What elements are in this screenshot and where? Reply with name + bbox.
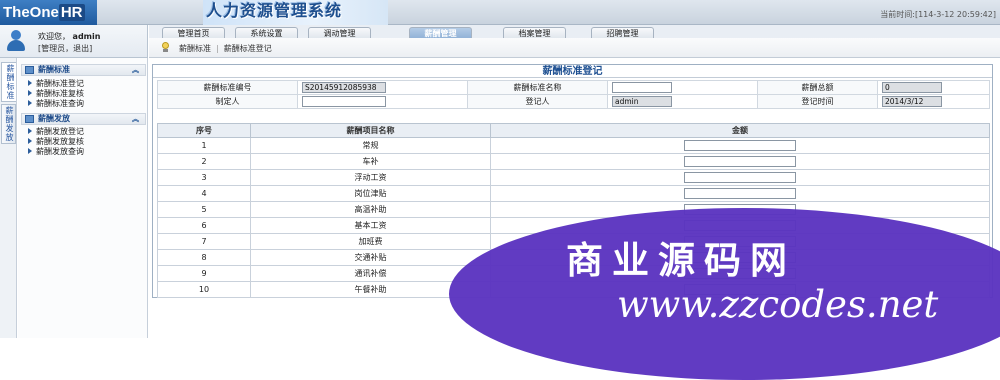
double-chevron-up-icon[interactable]: ︽ bbox=[132, 65, 139, 75]
std-no-label: 薪酬标准编号 bbox=[157, 80, 298, 95]
user-panel: 欢迎您， admin [管理员，退出] bbox=[0, 25, 148, 58]
logout-link[interactable]: 退出] bbox=[73, 44, 92, 53]
total-label: 薪酬总额 bbox=[757, 80, 878, 95]
reg-time-label: 登记时间 bbox=[757, 94, 878, 109]
user-avatar-icon bbox=[6, 30, 26, 52]
col-header-amount: 金额 bbox=[490, 123, 990, 138]
double-chevron-up-icon[interactable]: ︽ bbox=[132, 114, 139, 124]
table-row: 3 浮动工资 bbox=[157, 169, 990, 186]
user-links: [管理员，退出] bbox=[38, 43, 92, 54]
sidebar-group-salary-standard[interactable]: 薪酬标准 ︽ bbox=[21, 64, 146, 76]
col-header-name: 薪酬项目名称 bbox=[250, 123, 491, 138]
std-name-label: 薪酬标准名称 bbox=[467, 80, 608, 95]
maker-label: 制定人 bbox=[157, 94, 298, 109]
col-header-no: 序号 bbox=[157, 123, 251, 138]
standard-info-table: 薪酬标准编号 S20145912085938 薪酬标准名称 薪酬总额 0 制定人… bbox=[157, 80, 990, 109]
watermark-text: 商业源码网 bbox=[566, 238, 796, 282]
breadcrumb-bar: 薪酬标准 | 薪酬标准登记 bbox=[149, 38, 1000, 58]
user-role: [管理员， bbox=[38, 44, 74, 53]
current-time: 当前时间:[114-3-12 20:59:42] bbox=[880, 10, 996, 19]
registrar-field[interactable]: admin bbox=[612, 96, 672, 107]
std-no-field[interactable]: S20145912085938 bbox=[302, 82, 386, 93]
breadcrumb-item: 薪酬标准登记 bbox=[223, 44, 272, 53]
registrar-label: 登记人 bbox=[467, 94, 608, 109]
folder-icon bbox=[25, 66, 34, 74]
welcome-text: 欢迎您， admin bbox=[38, 32, 101, 41]
maker-field[interactable] bbox=[302, 96, 386, 107]
top-header: TheOne HR 人力资源管理系统 当前时间:[114-3-12 20:59:4… bbox=[0, 0, 1000, 25]
app-logo: TheOne HR bbox=[0, 0, 97, 25]
sidebar-group-salary-payment[interactable]: 薪酬发放 ︽ bbox=[21, 113, 146, 125]
lightbulb-icon bbox=[161, 42, 170, 53]
sidebar: 薪酬标准 ︽ 薪酬标准登记 薪酬标准复核 薪酬标准查询 薪酬发放 ︽ 薪酬发放登… bbox=[18, 58, 148, 338]
sidebar-item-payment-query[interactable]: 薪酬发放查询 bbox=[28, 146, 84, 157]
breadcrumb-item[interactable]: 薪酬标准 bbox=[179, 44, 211, 53]
amount-input[interactable] bbox=[684, 140, 796, 151]
app-title: 人力资源管理系统 bbox=[203, 0, 388, 25]
vertical-tabs: 薪酬标准 薪酬发放 bbox=[0, 58, 17, 338]
vtab-salary-payment[interactable]: 薪酬发放 bbox=[1, 104, 16, 144]
breadcrumb: 薪酬标准 | 薪酬标准登记 bbox=[179, 44, 272, 53]
form-title: 薪酬标准登记 bbox=[153, 65, 992, 78]
watermark-url: www.zzcodes.net bbox=[617, 283, 939, 326]
user-name: admin bbox=[72, 32, 101, 41]
folder-icon bbox=[25, 115, 34, 123]
amount-input[interactable] bbox=[684, 172, 796, 183]
std-name-field[interactable] bbox=[612, 82, 672, 93]
vtab-salary-standard[interactable]: 薪酬标准 bbox=[1, 62, 16, 102]
main-tabs: 管理首页 系统设置 调动管理 薪酬管理 档案管理 招聘管理 bbox=[149, 25, 1000, 39]
total-field[interactable]: 0 bbox=[882, 82, 942, 93]
reg-time-field[interactable]: 2014/3/12 bbox=[882, 96, 942, 107]
sidebar-item-standard-query[interactable]: 薪酬标准查询 bbox=[28, 98, 84, 109]
table-row: 1 常规 bbox=[157, 137, 990, 154]
amount-input[interactable] bbox=[684, 156, 796, 167]
table-row: 4 岗位津贴 bbox=[157, 185, 990, 202]
table-row: 2 车补 bbox=[157, 153, 990, 170]
amount-input[interactable] bbox=[684, 188, 796, 199]
